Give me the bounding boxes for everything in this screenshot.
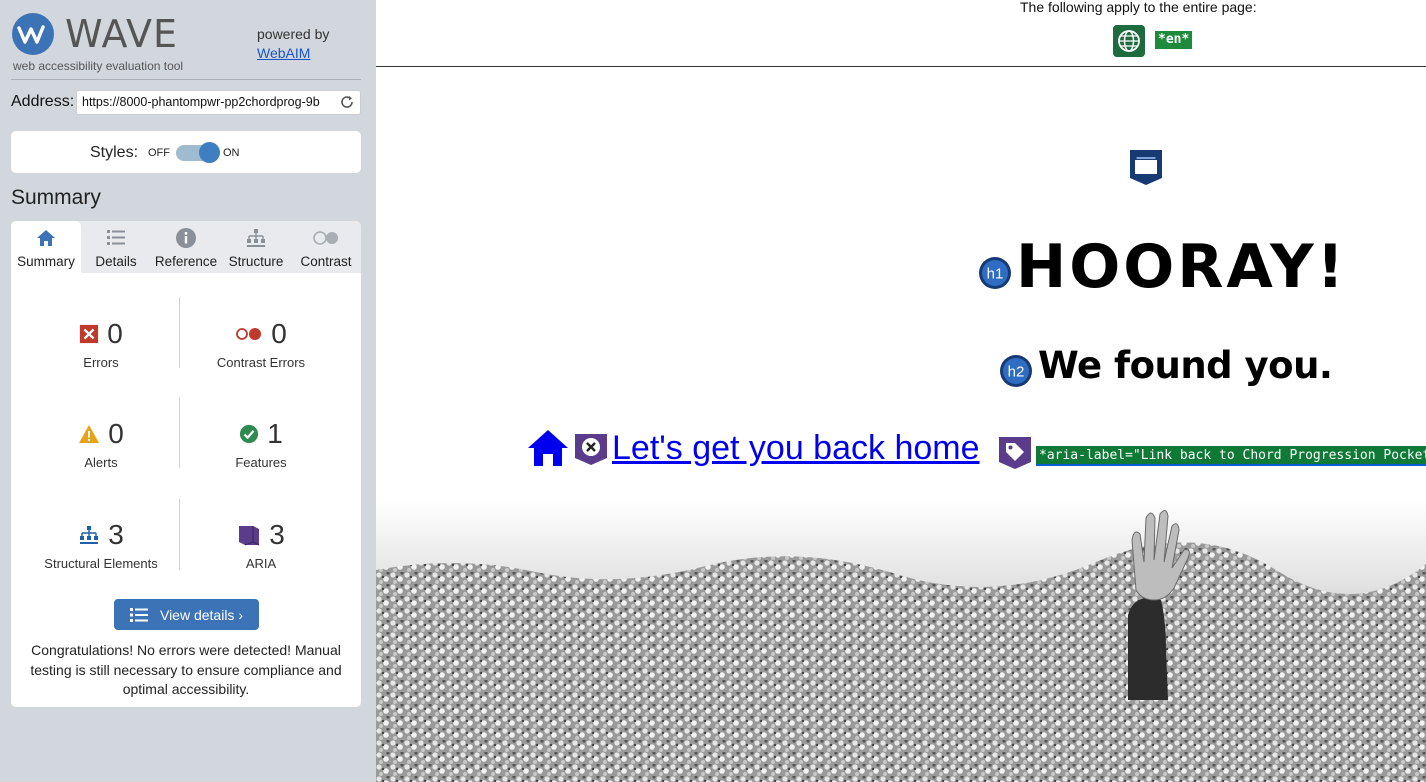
structural-label: Structural Elements <box>44 556 158 571</box>
stat-structural-elements[interactable]: 3 Structural Elements <box>21 518 181 571</box>
entire-page-note: The following apply to the entire page: <box>1020 0 1257 15</box>
field-waving-hand-photo <box>376 500 1426 782</box>
congrats-message: Congratulations! No errors were detected… <box>30 642 342 697</box>
view-details-button[interactable]: View details › <box>114 599 259 630</box>
summary-panel: 0 Errors 0 Contrast Errors 0 Alerts 1 Fe… <box>11 273 361 707</box>
wave-sidebar: WAVE web accessibility evaluation tool p… <box>0 0 376 782</box>
address-input[interactable]: https://8000-phantompwr-pp2chordprog-9b <box>76 90 361 115</box>
tab-structure-label: Structure <box>228 254 284 269</box>
heading-we-found-you: We found you. <box>1038 344 1333 387</box>
stat-aria[interactable]: 3 ARIA <box>181 518 341 571</box>
structural-count: 3 <box>108 519 124 550</box>
language-badge: *en* <box>1155 31 1193 49</box>
contrast-error-icon <box>236 328 262 340</box>
aria-hidden-icon[interactable] <box>573 430 609 466</box>
styles-toggle-switch[interactable] <box>176 142 220 163</box>
summary-heading: Summary <box>11 186 101 209</box>
tab-summary[interactable]: Summary <box>11 221 81 273</box>
styles-toggle-box: Styles: OFF ON <box>11 131 361 173</box>
tab-structure[interactable]: Structure <box>221 221 291 273</box>
styles-on-label: ON <box>223 147 240 159</box>
features-count: 1 <box>267 418 283 449</box>
tab-reference-label: Reference <box>154 254 218 269</box>
powered-by-text: powered by <box>257 26 330 42</box>
home-icon <box>37 230 55 246</box>
aria-label-annotation: *aria-label="Link back to Chord Progress… <box>1036 446 1426 466</box>
errors-label: Errors <box>83 355 119 370</box>
alerts-label: Alerts <box>84 455 118 470</box>
list-icon <box>129 607 148 622</box>
wave-wordmark: WAVE <box>65 12 179 56</box>
feature-check-icon <box>240 424 259 444</box>
view-details-label: View details › <box>159 606 243 623</box>
tab-contrast-label: Contrast <box>300 254 352 269</box>
styles-toggle-knob[interactable] <box>199 142 220 163</box>
alerts-count: 0 <box>108 418 124 449</box>
styles-off-label: OFF <box>148 147 170 159</box>
stat-features[interactable]: 1 Features <box>181 417 341 470</box>
h1-badge-text: h1 <box>987 266 1004 283</box>
heading-hooray: HOORAY! <box>1016 232 1347 302</box>
alert-icon <box>79 425 100 443</box>
tab-details[interactable]: Details <box>81 221 151 273</box>
h2-badge-text: h2 <box>1008 364 1025 381</box>
tab-details-label: Details <box>95 254 137 269</box>
brand-header: WAVE web accessibility evaluation tool p… <box>11 10 361 80</box>
contrast-errors-label: Contrast Errors <box>216 355 306 370</box>
structure-icon <box>80 526 99 544</box>
styles-label: Styles: <box>90 144 139 161</box>
aria-label: ARIA <box>245 556 277 571</box>
stat-errors[interactable]: 0 Errors <box>21 317 181 370</box>
info-icon <box>176 228 196 248</box>
errors-count: 0 <box>107 318 123 349</box>
aria-count: 3 <box>269 519 285 550</box>
tab-contrast[interactable]: Contrast <box>291 221 361 273</box>
hierarchy-icon <box>247 229 265 247</box>
aria-icon <box>239 526 260 546</box>
address-label: Address: <box>11 93 75 110</box>
heading-h1-icon[interactable]: h1 <box>978 256 1012 290</box>
refresh-icon[interactable] <box>339 94 355 110</box>
page-wide-annotations: The following apply to the entire page: … <box>376 0 1426 67</box>
aria-label-tag-icon[interactable] <box>997 435 1033 471</box>
wave-tagline: web accessibility evaluation tool <box>13 59 184 73</box>
tab-reference[interactable]: Reference <box>151 221 221 273</box>
panel-tabs: Summary Details Reference Structure Cont… <box>11 221 361 273</box>
stat-contrast-errors[interactable]: 0 Contrast Errors <box>181 317 341 370</box>
heading-h2-icon[interactable]: h2 <box>999 354 1033 388</box>
contrast-errors-count: 0 <box>271 318 287 349</box>
tab-summary-label: Summary <box>17 254 75 269</box>
wave-logo-icon <box>12 13 54 55</box>
region-landmark-icon[interactable] <box>1128 148 1164 186</box>
list-icon <box>107 230 125 245</box>
page-preview: The following apply to the entire page: … <box>376 0 1426 782</box>
features-label: Features <box>235 455 287 470</box>
back-home-link[interactable]: Let's get you back home <box>612 426 980 470</box>
contrast-toggle-icon <box>313 231 338 245</box>
stat-alerts[interactable]: 0 Alerts <box>21 417 181 470</box>
language-globe-icon[interactable] <box>1113 25 1145 57</box>
webaim-link[interactable]: WebAIM <box>257 45 310 61</box>
home-icon <box>528 430 568 466</box>
error-icon <box>80 324 99 344</box>
